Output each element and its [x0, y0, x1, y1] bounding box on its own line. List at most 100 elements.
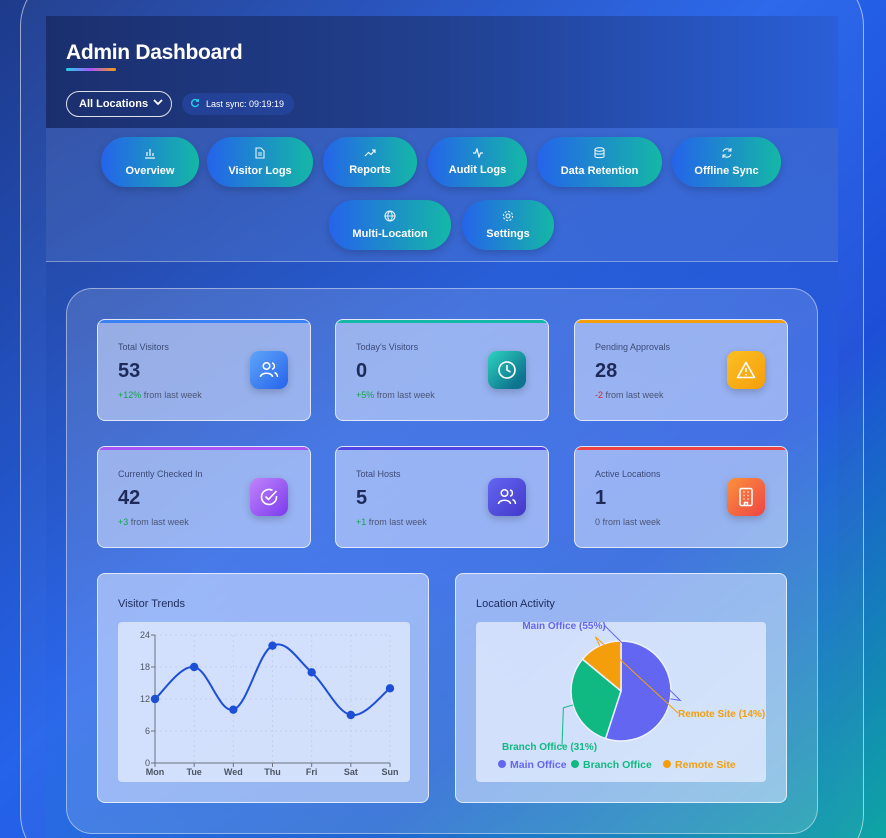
tab-label: Multi-Location [352, 228, 428, 240]
document-icon [255, 147, 265, 162]
legend-marker [663, 760, 671, 768]
y-tick-label: 18 [140, 662, 150, 672]
chevron-down-icon [153, 96, 163, 111]
stat-delta: +1 from last week [356, 517, 427, 527]
x-tick-label: Fri [306, 767, 318, 777]
legend-marker [571, 760, 579, 768]
data-point [346, 710, 356, 720]
tab-label: Audit Logs [448, 164, 507, 176]
slice-label: Remote Site (14%) [678, 709, 765, 720]
tab-label: Data Retention [560, 165, 639, 177]
stat-value: 28 [595, 360, 618, 382]
users-icon [488, 478, 526, 516]
panel-title: Visitor Trends [118, 598, 186, 610]
tab-offline-sync[interactable]: Offline Sync [672, 137, 781, 187]
stat-value: 42 [118, 487, 141, 509]
x-tick-label: Thu [264, 767, 281, 777]
stat-card-currently-checked-in[interactable]: Currently Checked In 42 +3 from last wee… [97, 446, 311, 548]
activity-icon [472, 146, 484, 161]
tab-label: Reports [349, 164, 391, 176]
refresh-icon [721, 147, 733, 162]
y-tick-label: 24 [140, 630, 150, 640]
stat-label: Today's Visitors [356, 342, 419, 352]
globe-icon [384, 210, 396, 225]
stat-delta-suffix: from last week [374, 390, 435, 400]
stat-delta-value: +5% [356, 390, 375, 400]
tab-audit-logs[interactable]: Audit Logs [428, 137, 527, 187]
stat-value: 0 [356, 360, 368, 382]
stat-accent-bar [575, 320, 787, 323]
tab-multi-location[interactable]: Multi-Location [329, 200, 451, 250]
check-circle-icon [250, 478, 288, 516]
title-underline [66, 68, 116, 71]
data-point [150, 694, 160, 704]
data-point [189, 662, 199, 672]
stat-label: Currently Checked In [118, 469, 203, 479]
tab-data-retention[interactable]: Data Retention [537, 137, 662, 187]
x-tick-label: Mon [146, 767, 165, 777]
stat-label: Total Visitors [118, 342, 169, 352]
database-icon [594, 147, 605, 162]
data-point [307, 668, 316, 677]
location-activity-chart-area: Main Office (55%) Branch Office (31%) Remo… [476, 622, 766, 782]
x-tick-label: Tue [186, 767, 201, 777]
slice-label: Branch Office (31%) [502, 742, 597, 753]
stat-delta-suffix: from last week [128, 517, 189, 527]
alert-icon [727, 351, 765, 389]
tab-label: Visitor Logs [228, 165, 292, 177]
trending-up-icon [364, 148, 376, 161]
location-activity-chart: Main Office (55%) Branch Office (31%) Remo… [498, 622, 765, 771]
tab-settings[interactable]: Settings [462, 200, 554, 250]
stat-accent-bar [575, 447, 787, 450]
y-tick-label: 6 [145, 726, 150, 736]
last-sync-text: Last sync: 09:19:19 [206, 99, 285, 109]
stat-card-active-locations[interactable]: Active Locations 1 0 from last week [574, 446, 788, 548]
stat-accent-bar [98, 320, 310, 323]
stat-delta-suffix: from last week [366, 517, 427, 527]
legend-marker [498, 760, 506, 768]
stat-card-total-visitors[interactable]: Total Visitors 53 +12% from last week [97, 319, 311, 421]
tab-reports[interactable]: Reports [323, 137, 417, 187]
stat-delta-value: +1 [356, 517, 367, 527]
stat-card-pending-approvals[interactable]: Pending Approvals 28 -2 from last week [574, 319, 788, 421]
data-point [229, 705, 238, 714]
tab-label: Overview [125, 165, 175, 177]
tab-label: Settings [486, 228, 530, 240]
stat-accent-bar [98, 447, 310, 450]
stat-card-todays-visitors[interactable]: Today's Visitors 0 +5% from last week [335, 319, 549, 421]
stat-value: 53 [118, 360, 141, 382]
stat-delta-suffix: from last week [603, 390, 664, 400]
y-tick-label: 12 [140, 694, 150, 704]
last-sync-badge: Last sync: 09:19:19 [182, 93, 295, 115]
header: Admin Dashboard All Locations Last sync:… [46, 16, 838, 128]
stat-delta-value: -2 [595, 390, 604, 400]
legend-label: Main Office [510, 759, 567, 771]
tab-overview[interactable]: Overview [101, 137, 199, 187]
legend-label: Branch Office [583, 759, 652, 771]
legend-label: Remote Site [675, 759, 736, 771]
bar-chart-icon [144, 147, 156, 162]
x-tick-label: Sun [382, 767, 399, 777]
stat-delta: -2 from last week [595, 390, 664, 400]
data-point [385, 684, 395, 693]
stat-card-total-hosts[interactable]: Total Hosts 5 +1 from last week [335, 446, 549, 548]
data-point [268, 641, 277, 650]
stat-label: Active Locations [595, 469, 661, 479]
leader-line [561, 704, 574, 747]
stat-label: Total Hosts [356, 469, 401, 479]
stat-delta-suffix: from last week [600, 517, 661, 527]
location-select-value: All Locations [79, 98, 149, 110]
building-icon [727, 478, 765, 516]
stat-delta: 0 from last week [595, 517, 661, 527]
gear-icon [502, 210, 514, 225]
stat-value: 1 [595, 487, 607, 509]
series-line [154, 643, 391, 717]
visitor-trends-panel: Visitor Trends 0 6 12 18 24 Mon Tue Wed Thu Fri Sa… [97, 573, 429, 803]
refresh-icon [190, 98, 200, 111]
location-activity-panel: Location Activity Main Office (55%) Branc… [455, 573, 787, 803]
location-select[interactable]: All Locations [66, 91, 172, 117]
slice-label: Main Office (55%) [522, 622, 605, 632]
x-tick-label: Sat [344, 767, 358, 777]
stat-delta: +12% from last week [118, 390, 202, 400]
tab-visitor-logs[interactable]: Visitor Logs [207, 137, 313, 187]
